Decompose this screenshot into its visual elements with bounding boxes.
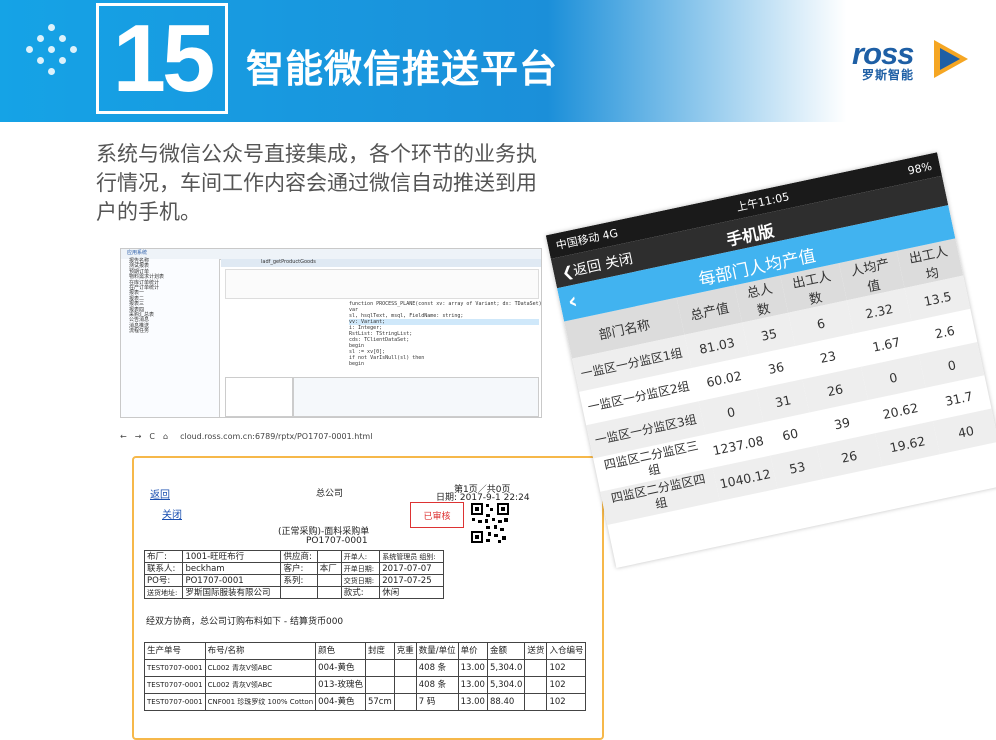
items-header-row: 生产单号 布号/名称 颜色 封度 克重 数量/单位 单价 金额 送货 入仓编号 xyxy=(144,642,587,660)
table-cell: CNF001 珍珠罗纹 100% Cotton xyxy=(204,693,317,711)
items-header-cell: 布号/名称 xyxy=(204,642,317,660)
back-arrow-icon[interactable]: ← xyxy=(120,432,127,441)
qr-code-icon xyxy=(470,502,510,544)
table-cell: 5,304.0 xyxy=(486,659,526,677)
battery-label: 98% xyxy=(906,159,934,178)
info-row: 布厂: 1001-旺旺布行 供应商: 开单人: 系统管理员 组别: xyxy=(143,550,444,563)
table-cell: 13.00 xyxy=(457,693,488,711)
table-cell: 013-玫瑰色 xyxy=(315,676,366,694)
back-link[interactable]: 返回 xyxy=(150,486,170,501)
items-header-cell: 单价 xyxy=(457,642,488,660)
table-cell: 408 条 xyxy=(415,676,459,694)
info-row: 联系人: beckham 客户: 本厂 开单日期: 2017-07-07 xyxy=(143,562,444,575)
info-row: 送货地址: 罗斯国际服装有限公司 款式: 休闲 xyxy=(143,586,444,599)
order-note: 经双方协商，总公司订购布料如下 - 结算货币000 xyxy=(146,617,344,627)
table-cell xyxy=(524,693,548,711)
app-screenshot: 应用系统 报告名称 测试报表 预期订单 物料需求计划表 在库订单统计 在产订单统计 报表一报… xyxy=(120,248,542,418)
table-cell: 408 条 xyxy=(415,659,459,677)
app-tabbar: ladf_getProductGoods xyxy=(221,259,541,267)
items-header-cell: 入仓编号 xyxy=(546,642,587,660)
table-cell: 13.00 xyxy=(457,676,488,694)
intro-text: 系统与微信公众号直接集成，各个环节的业务执行情况，车间工作内容会通过微信自动推送… xyxy=(96,142,537,224)
app-title: 应用系统 xyxy=(127,250,148,256)
table-cell: TEST0707-0001 xyxy=(144,676,206,694)
app-tree: 报告名称 测试报表 预期订单 物料需求计划表 在库订单统计 在产订单统计 报表一 报表二 报表三… xyxy=(121,258,220,417)
page-title: 智能微信推送平台 xyxy=(246,47,559,91)
table-cell: TEST0707-0001 xyxy=(144,659,206,677)
app-tab[interactable]: ladf_getProductGoods xyxy=(221,259,316,265)
code-line: begin xyxy=(349,361,365,367)
info-row: PO号: PO1707-0001 系列: 交货日期: 2017-07-25 xyxy=(143,574,444,587)
items-header-cell: 金额 xyxy=(486,642,526,660)
table-cell: 88.40 xyxy=(486,693,526,711)
section-number: 15 xyxy=(112,4,216,112)
table-cell: 5,304.0 xyxy=(486,676,526,694)
reload-icon[interactable]: C xyxy=(149,432,155,441)
table-cell: 102 xyxy=(546,676,587,694)
items-header-cell: 克重 xyxy=(393,642,417,660)
app-code-editor[interactable]: function PROCESS_PLANE(const xv: array o… xyxy=(349,301,542,373)
table-cell: 102 xyxy=(546,693,587,711)
header-banner: 15 智能微信推送平台 ross 罗斯智能 xyxy=(0,0,996,122)
table-cell: 004-黄色 xyxy=(315,693,366,711)
phone-screenshot: 中国移动 4G 上午11:05 98% ❮返回 关闭 手机版 ‹ 每部门人均产值… xyxy=(540,122,996,568)
purchase-order-document: 返回 关闭 总公司 第1页／共0页 日期: 2017-9-1 22:24 已审核… xyxy=(132,456,604,740)
items-header-cell: 生产单号 xyxy=(144,642,206,660)
table-cell: 102 xyxy=(546,659,587,677)
table-cell xyxy=(364,676,395,694)
ross-logo: ross 罗斯智能 xyxy=(848,36,978,84)
items-header-cell: 送货 xyxy=(524,642,548,660)
table-cell xyxy=(393,659,417,677)
table-cell: CL002 青灰V领ABC xyxy=(204,676,317,694)
table-cell xyxy=(393,693,417,711)
url-text[interactable]: cloud.ross.com.cn:6789/rptx/PO1707-0001.… xyxy=(180,432,372,441)
dots-decoration-icon xyxy=(26,24,90,82)
table-cell xyxy=(393,676,417,694)
order-info-table: 布厂: 1001-旺旺布行 供应商: 开单人: 系统管理员 组别: 联系人: beckha… xyxy=(143,550,444,599)
app-bottom-panel xyxy=(293,377,539,417)
table-cell: CL002 青灰V领ABC xyxy=(204,659,317,677)
company-name: 总公司 xyxy=(316,489,344,499)
table-row: TEST0707-0001 CL002 青灰V领ABC 004-黄色 408 条 13.… xyxy=(144,659,587,677)
table-row: TEST0707-0001 CNF001 珍珠罗纹 100% Cotton 004-… xyxy=(144,693,587,711)
code-line: function PROCESS_PLANE(const xv: array o… xyxy=(349,301,542,307)
logo-chinese: 罗斯智能 xyxy=(862,68,915,82)
order-number: PO1707-0001 xyxy=(306,536,368,546)
table-cell: 004-黄色 xyxy=(315,659,366,677)
table-cell: 7 码 xyxy=(415,693,459,711)
close-link[interactable]: 关闭 xyxy=(162,506,182,521)
table-row: TEST0707-0001 CL002 青灰V领ABC 013-玫瑰色 408 条 13… xyxy=(144,676,587,694)
forward-arrow-icon[interactable]: → xyxy=(135,432,142,441)
table-cell: TEST0707-0001 xyxy=(144,693,206,711)
table-cell: 13.00 xyxy=(457,659,488,677)
approved-stamp: 已审核 xyxy=(410,502,464,528)
items-header-cell: 数量/单位 xyxy=(415,642,459,660)
play-arrow-icon xyxy=(934,40,968,78)
home-icon[interactable]: ⌂ xyxy=(163,432,168,441)
order-items-table: 生产单号 布号/名称 颜色 封度 克重 数量/单位 单价 金额 送货 入仓编号 TEST0707-0… xyxy=(144,642,587,711)
tree-item[interactable]: 流程任务 xyxy=(121,328,219,334)
section-number-box: 15 xyxy=(96,3,228,114)
items-header-cell: 封度 xyxy=(364,642,395,660)
table-cell xyxy=(524,676,548,694)
browser-urlbar: ← → C ⌂ cloud.ross.com.cn:6789/rptx/PO17… xyxy=(120,429,540,443)
table-cell xyxy=(524,659,548,677)
app-form xyxy=(225,269,539,299)
app-field-list xyxy=(225,377,293,417)
table-cell xyxy=(364,659,395,677)
table-cell: 57cm xyxy=(364,693,395,711)
items-header-cell: 颜色 xyxy=(315,642,366,660)
